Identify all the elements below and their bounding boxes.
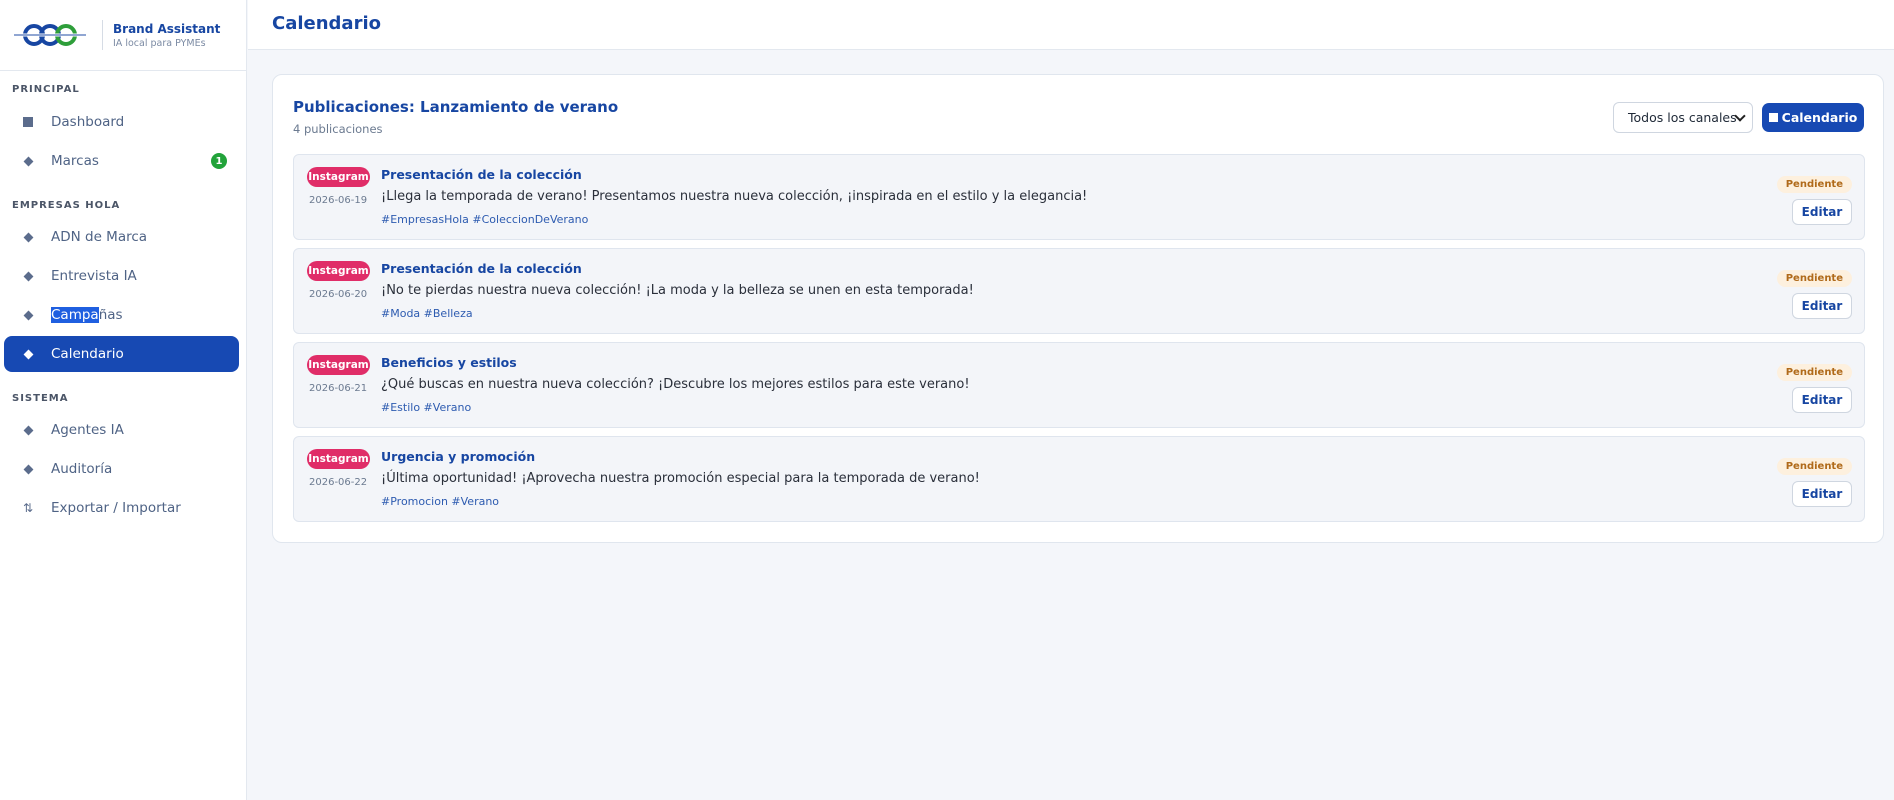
sidebar-item-label: Entrevista IA (51, 268, 137, 284)
diamond-icon (20, 349, 36, 359)
unselected-text: ñas (98, 307, 123, 323)
sidebar-item-auditoria[interactable]: Auditoría (4, 451, 239, 487)
post-title: Urgencia y promoción (381, 449, 536, 464)
post-hashtags: #Moda #Belleza (381, 307, 473, 320)
sidebar-item-calendario[interactable]: Calendario (4, 336, 239, 372)
topbar: Calendario (248, 0, 1894, 50)
brand-name: Brand Assistant (113, 21, 221, 36)
section-title-principal: PRINCIPAL (12, 84, 80, 95)
brand-text: Brand Assistant IA local para PYMEs (113, 22, 220, 49)
section-title-sistema: SISTEMA (12, 393, 69, 404)
post-title: Presentación de la colección (381, 167, 582, 182)
count-badge: 1 (211, 153, 227, 169)
sidebar-item-adn-de-marca[interactable]: ADN de Marca (4, 219, 239, 255)
sidebar-item-label: Campañas (51, 307, 123, 323)
ccc-logo-icon (12, 21, 88, 49)
post-item: Instagram 2026-06-22 Urgencia y promoció… (293, 436, 1865, 522)
calendar-button[interactable]: Calendario (1762, 103, 1864, 132)
channel-filter-select[interactable]: Todos los canales (1613, 102, 1753, 133)
sidebar-item-entrevista-ia[interactable]: Entrevista IA (4, 258, 239, 294)
diamond-icon (20, 464, 36, 474)
post-title: Beneficios y estilos (381, 355, 517, 370)
sidebar-item-label: Calendario (51, 346, 124, 362)
brand-tagline: IA local para PYMEs (113, 37, 206, 49)
status-badge: Pendiente (1776, 176, 1852, 193)
status-badge: Pendiente (1776, 364, 1852, 381)
post-date: 2026-06-21 (309, 383, 368, 394)
channel-badge: Instagram (307, 261, 370, 281)
edit-button[interactable]: Editar (1792, 387, 1852, 413)
diamond-icon (20, 271, 36, 281)
post-item: Instagram 2026-06-20 Presentación de la … (293, 248, 1865, 334)
channel-badge: Instagram (307, 167, 370, 187)
diamond-icon (20, 310, 36, 320)
sidebar-item-exportar-importar[interactable]: ⇅ Exportar / Importar (4, 490, 239, 526)
channel-filter-value: Todos los canales (1628, 110, 1737, 125)
sidebar-item-campanas[interactable]: Campañas (4, 297, 239, 333)
square-icon (20, 117, 36, 127)
diamond-icon (20, 425, 36, 435)
sidebar: Brand Assistant IA local para PYMEs PRIN… (0, 0, 247, 800)
post-date: 2026-06-22 (309, 477, 368, 488)
sidebar-item-label: Dashboard (51, 114, 125, 130)
post-hashtags: #EmpresasHola #ColeccionDeVerano (381, 213, 589, 226)
publication-count: 4 publicaciones (293, 122, 383, 136)
post-date: 2026-06-20 (309, 289, 368, 300)
sidebar-item-dashboard[interactable]: Dashboard (4, 104, 239, 140)
sidebar-item-agentes-ia[interactable]: Agentes IA (4, 412, 239, 448)
edit-button[interactable]: Editar (1792, 481, 1852, 507)
post-hashtags: #Promocion #Verano (381, 495, 500, 508)
diamond-icon (20, 156, 36, 166)
page-title: Calendario (272, 13, 381, 34)
post-item: Instagram 2026-06-21 Beneficios y estilo… (293, 342, 1865, 428)
post-text: ¡Última oportunidad! ¡Aprovecha nuestra … (381, 471, 980, 486)
post-text: ¡No te pierdas nuestra nueva colección! … (381, 283, 974, 298)
post-text: ¿Qué buscas en nuestra nueva colección? … (381, 377, 970, 392)
edit-button[interactable]: Editar (1792, 199, 1852, 225)
brand-divider (102, 20, 103, 50)
sidebar-item-label: ADN de Marca (51, 229, 148, 245)
post-hashtags: #Estilo #Verano (381, 401, 472, 414)
channel-badge: Instagram (307, 449, 370, 469)
sidebar-item-label: Auditoría (51, 461, 113, 477)
channel-badge: Instagram (307, 355, 370, 375)
post-item: Instagram 2026-06-19 Presentación de la … (293, 154, 1865, 240)
post-text: ¡Llega la temporada de verano! Presentam… (381, 189, 1088, 204)
sidebar-item-label: Marcas (51, 153, 99, 169)
brand-header: Brand Assistant IA local para PYMEs (0, 0, 246, 71)
status-badge: Pendiente (1776, 458, 1852, 475)
sidebar-item-marcas[interactable]: Marcas 1 (4, 143, 239, 179)
status-badge: Pendiente (1776, 270, 1852, 287)
calendar-square-icon (1768, 113, 1778, 122)
card-title: Publicaciones: Lanzamiento de verano (293, 98, 619, 116)
edit-button[interactable]: Editar (1792, 293, 1852, 319)
post-title: Presentación de la colección (381, 261, 582, 276)
sidebar-item-label: Agentes IA (51, 422, 124, 438)
sort-arrows-icon: ⇅ (22, 501, 34, 515)
post-date: 2026-06-19 (309, 195, 368, 206)
selected-text: Campa (51, 307, 99, 323)
calendar-button-label: Calendario (1781, 110, 1858, 125)
sidebar-item-label: Exportar / Importar (51, 500, 181, 516)
section-title-empresas-hola: EMPRESAS HOLA (12, 200, 121, 211)
diamond-icon (20, 232, 36, 242)
publications-card: Publicaciones: Lanzamiento de verano 4 p… (272, 74, 1884, 543)
